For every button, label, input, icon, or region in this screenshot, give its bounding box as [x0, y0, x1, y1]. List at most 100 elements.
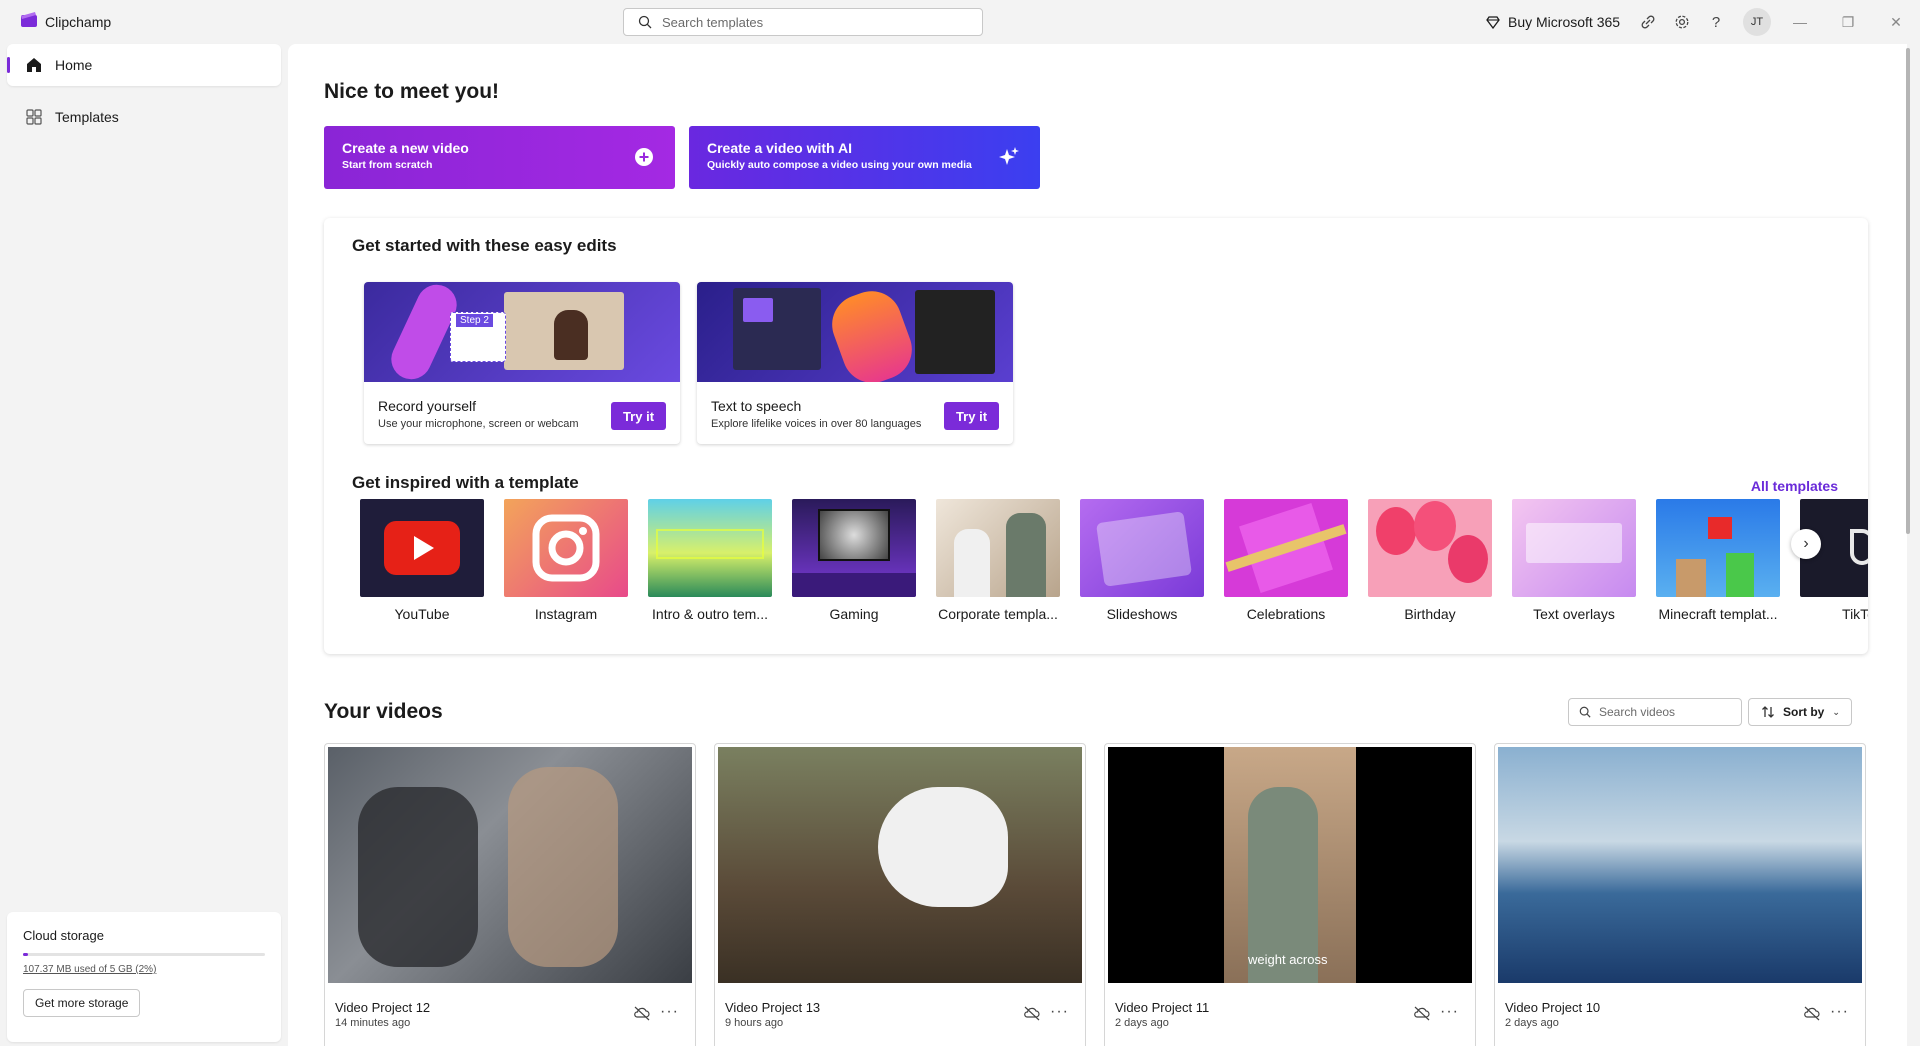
cta-title: Create a new video — [342, 140, 469, 156]
template-celebrations[interactable]: Celebrations — [1224, 499, 1348, 622]
thumb-person — [1006, 513, 1046, 597]
user-avatar[interactable]: JT — [1743, 8, 1771, 36]
sidebar-item-templates[interactable]: Templates — [7, 96, 281, 138]
buy-microsoft-365-button[interactable]: Buy Microsoft 365 — [1486, 0, 1620, 44]
help-icon[interactable]: ? — [1706, 12, 1726, 32]
close-icon[interactable]: ✕ — [1886, 12, 1906, 32]
feature-title: Text to speech — [711, 398, 802, 414]
thumb-text-band — [656, 529, 764, 559]
all-templates-link[interactable]: All templates — [1751, 478, 1838, 494]
restore-icon[interactable]: ❐ — [1838, 12, 1858, 32]
video-timestamp: 14 minutes ago — [335, 1017, 411, 1029]
create-new-video-button[interactable]: Create a new video Start from scratch — [324, 126, 675, 189]
sparkle-icon — [999, 147, 1019, 165]
sidebar: Home Templates Cloud storage 107.37 MB u… — [0, 44, 288, 1046]
search-videos-placeholder: Search videos — [1599, 705, 1676, 719]
cta-title: Create a video with AI — [707, 140, 852, 156]
create-video-with-ai-button[interactable]: Create a video with AI Quickly auto comp… — [689, 126, 1040, 189]
thumb-block — [1726, 553, 1754, 597]
cta-subtitle: Start from scratch — [342, 159, 433, 171]
template-label: TikTok — [1842, 606, 1868, 622]
record-yourself-card[interactable]: Step 2 Record yourself Use your micropho… — [364, 282, 680, 444]
template-label: Text overlays — [1533, 606, 1615, 622]
thumb-step-label: Step 2 — [456, 314, 493, 327]
template-next-chevron-icon[interactable]: › — [1791, 529, 1821, 559]
template-corporate[interactable]: Corporate templa... — [936, 499, 1060, 622]
text-to-speech-card[interactable]: Text to speech Explore lifelike voices i… — [697, 282, 1013, 444]
sort-by-button[interactable]: Sort by ⌄ — [1748, 698, 1852, 726]
thumb-figure — [358, 787, 478, 967]
template-intro-outro[interactable]: Intro & outro tem... — [648, 499, 772, 622]
template-thumbnail — [1512, 499, 1636, 597]
video-card[interactable]: Video Project 13 9 hours ago ··· — [714, 743, 1086, 1046]
template-label: Slideshows — [1106, 606, 1178, 622]
try-it-button[interactable]: Try it — [944, 402, 999, 430]
video-timestamp: 9 hours ago — [725, 1017, 784, 1029]
cloud-off-icon — [1024, 1006, 1040, 1021]
thumb-card — [1095, 511, 1193, 587]
template-tiktok[interactable]: TikTok — [1800, 499, 1868, 622]
more-options-icon[interactable]: ··· — [1050, 1003, 1069, 1021]
storage-progress-bar — [23, 953, 265, 956]
app-title: Clipchamp — [45, 14, 112, 30]
share-link-icon[interactable] — [1638, 12, 1658, 32]
video-caption: weight across — [1248, 952, 1328, 967]
template-slideshows[interactable]: Slideshows — [1080, 499, 1204, 622]
thumb-overlay-box — [1526, 523, 1622, 563]
thumb-tile — [743, 298, 773, 322]
more-options-icon[interactable]: ··· — [1440, 1003, 1459, 1021]
more-options-icon[interactable]: ··· — [1830, 1003, 1849, 1021]
thumb-bird — [878, 787, 1008, 907]
template-birthday[interactable]: Birthday — [1368, 499, 1492, 622]
more-options-icon[interactable]: ··· — [660, 1003, 679, 1021]
sort-by-label: Sort by — [1783, 705, 1825, 719]
title-bar: Clipchamp Buy Microsoft 365 ? JT — ❐ ✕ — [0, 0, 1920, 44]
thumb-person — [954, 529, 990, 597]
feature-subtitle: Use your microphone, screen or webcam — [378, 418, 579, 430]
template-label: YouTube — [394, 606, 450, 622]
sidebar-item-home[interactable]: Home — [7, 44, 281, 86]
plus-circle-icon — [635, 148, 653, 166]
try-it-button[interactable]: Try it — [611, 402, 666, 430]
main-scrollbar[interactable] — [1906, 48, 1910, 534]
search-videos-box[interactable]: Search videos — [1568, 698, 1742, 726]
home-icon — [27, 58, 41, 72]
template-label: Minecraft templat... — [1658, 606, 1778, 622]
template-text-overlays[interactable]: Text overlays — [1512, 499, 1636, 622]
template-thumbnail — [1080, 499, 1204, 597]
cta-subtitle: Quickly auto compose a video using your … — [707, 159, 972, 171]
template-youtube[interactable]: YouTube — [360, 499, 484, 622]
template-thumbnail — [648, 499, 772, 597]
template-thumbnail — [360, 499, 484, 597]
thumb-balloon — [1414, 501, 1456, 551]
text-to-speech-thumbnail — [697, 282, 1013, 382]
thumb-desk — [792, 573, 916, 597]
video-card[interactable]: Video Project 10 2 days ago ··· — [1494, 743, 1866, 1046]
template-thumbnail — [936, 499, 1060, 597]
get-more-storage-button[interactable]: Get more storage — [23, 989, 141, 1017]
video-card[interactable]: weight across Video Project 11 2 days ag… — [1104, 743, 1476, 1046]
thumb-figure — [508, 767, 618, 967]
template-thumbnail — [504, 499, 628, 597]
feature-subtitle: Explore lifelike voices in over 80 langu… — [711, 418, 922, 430]
video-card[interactable]: Video Project 12 14 minutes ago ··· — [324, 743, 696, 1046]
thumb-person — [554, 310, 588, 360]
cloud-storage-card: Cloud storage 107.37 MB used of 5 GB (2%… — [7, 912, 281, 1042]
sidebar-item-label: Templates — [55, 109, 119, 125]
search-templates-box[interactable] — [623, 8, 983, 36]
page-title: Nice to meet you! — [324, 80, 500, 103]
thumb-balloon — [1376, 507, 1416, 555]
template-instagram[interactable]: Instagram — [504, 499, 628, 622]
easy-edits-panel: Get started with these easy edits Step 2… — [324, 218, 1868, 654]
minimize-icon[interactable]: — — [1790, 12, 1810, 32]
search-templates-input[interactable] — [662, 14, 962, 30]
template-gaming[interactable]: Gaming — [792, 499, 916, 622]
template-label: Instagram — [534, 606, 598, 622]
your-videos-heading: Your videos — [324, 700, 443, 723]
template-label: Intro & outro tem... — [652, 606, 768, 622]
storage-usage-link[interactable]: 107.37 MB used of 5 GB (2%) — [23, 964, 265, 975]
settings-gear-icon[interactable] — [1672, 12, 1692, 32]
thumb-shape — [823, 282, 921, 382]
templates-icon — [26, 109, 42, 125]
template-minecraft[interactable]: Minecraft templat... — [1656, 499, 1780, 622]
